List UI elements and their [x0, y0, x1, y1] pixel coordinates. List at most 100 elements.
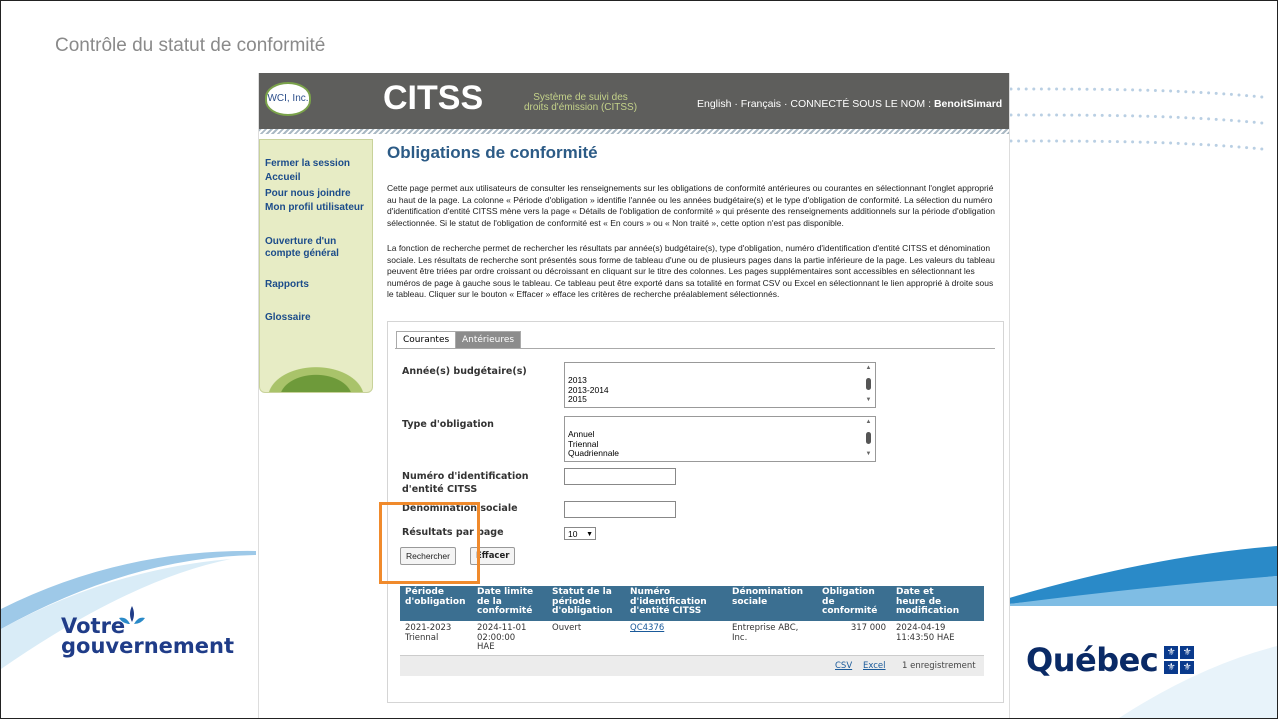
leaf-icon [119, 606, 145, 624]
decorative-dot [1108, 87, 1112, 91]
obligations-table: Période d'obligation Date limite de la conf… [400, 586, 984, 661]
sidebar-item-glossary[interactable]: Glossaire [265, 312, 311, 324]
decorative-dot [1146, 88, 1150, 92]
entity-id-input[interactable] [564, 468, 676, 485]
decorative-dot [1229, 118, 1233, 122]
lang-english-link[interactable]: English [697, 98, 731, 110]
export-excel-link[interactable]: Excel [863, 661, 886, 671]
years-option[interactable]: 2015 [568, 394, 609, 405]
decorative-dot [1085, 87, 1089, 91]
header-divider [259, 129, 1009, 134]
sidebar-decoration [260, 362, 372, 392]
decorative-dot [1070, 87, 1074, 91]
decorative-dot [1047, 139, 1051, 143]
sidebar-item-open-account[interactable]: Ouverture d'un compte général [265, 236, 369, 260]
decorative-dot [1032, 139, 1036, 143]
col-period[interactable]: Période d'obligation [400, 586, 472, 621]
col-entity-id[interactable]: Numéro d'identification d'entité CITSS [625, 586, 727, 621]
sidebar-item-reports[interactable]: Rapports [265, 279, 309, 291]
decorative-dot [1245, 120, 1249, 124]
decorative-dot [1138, 114, 1142, 118]
decorative-dot [1169, 141, 1173, 145]
col-deadline[interactable]: Date limite de la conformité [472, 586, 547, 621]
col-obligation[interactable]: Obligation de conformité [817, 586, 891, 621]
col-modified[interactable]: Date et heure de modification [891, 586, 984, 621]
decorative-dot [1260, 95, 1264, 99]
decorative-dot [1039, 87, 1043, 91]
decorative-dot [1222, 118, 1226, 122]
decorative-dot [1245, 94, 1249, 98]
decorative-dot [1123, 140, 1127, 144]
decorative-dot [1207, 143, 1211, 147]
sidebar-item-home[interactable]: Accueil [265, 172, 301, 184]
scroll-up-icon: ▲ [865, 419, 872, 425]
decorative-dot [1024, 87, 1028, 91]
decorative-dot [1024, 113, 1028, 117]
decorative-dot [1191, 116, 1195, 120]
decorative-dot [1146, 114, 1150, 118]
decorative-dot [1017, 139, 1021, 143]
decorative-dot [1184, 90, 1188, 94]
entity-id-highlight-box [379, 502, 480, 584]
decorative-dot [1176, 141, 1180, 145]
col-status[interactable]: Statut de la période d'obligation [547, 586, 625, 621]
tab-previous[interactable]: Antérieures [455, 331, 522, 349]
decorative-dot [1237, 119, 1241, 123]
citss-screenshot: WCI, Inc. CITSS Système de suivi des dro… [258, 73, 1010, 718]
decorative-dot [1100, 113, 1104, 117]
decorative-dot [1085, 113, 1089, 117]
decorative-dot [1062, 113, 1066, 117]
decorative-dot [1017, 87, 1021, 91]
decorative-dot [1237, 93, 1241, 97]
header-nav: English · Français · CONNECTÉ SOUS LE NO… [697, 98, 1003, 110]
decorative-dot [1070, 139, 1074, 143]
decorative-dot [1047, 113, 1051, 117]
scroll-down-icon: ▼ [865, 451, 872, 457]
decorative-dot [1184, 142, 1188, 146]
decorative-dot [1207, 91, 1211, 95]
decorative-dot [1039, 113, 1043, 117]
tab-current[interactable]: Courantes [396, 331, 457, 349]
sidebar-item-profile[interactable]: Mon profil utilisateur [265, 202, 364, 214]
decorative-dot [1115, 88, 1119, 92]
sidebar-item-logout[interactable]: Fermer la session [265, 158, 350, 170]
decorative-dot [1252, 146, 1256, 150]
decorative-dot [1062, 87, 1066, 91]
entity-id-link[interactable]: QC4376 [630, 623, 664, 633]
col-company-name[interactable]: Dénomination sociale [727, 586, 817, 621]
years-listbox[interactable]: 2013 2013-2014 2015 ▲ ▼ [564, 362, 876, 408]
wci-logo[interactable]: WCI, Inc. [265, 82, 311, 116]
decorative-dot [1085, 139, 1089, 143]
decorative-dot [1077, 113, 1081, 117]
decorative-dot [1032, 113, 1036, 117]
results-per-page-select[interactable]: 10 ▼ [564, 527, 596, 540]
citss-logo: CITSS [383, 79, 484, 117]
slide-title: Contrôle du statut de conformité [55, 35, 326, 56]
decorative-dot [1093, 87, 1097, 91]
decorative-dot [1055, 87, 1059, 91]
decorative-dot [1123, 114, 1127, 118]
decorative-dot [1245, 146, 1249, 150]
decorative-dot [1214, 143, 1218, 147]
type-listbox[interactable]: Annuel Triennal Quadriennale ▲ ▼ [564, 416, 876, 462]
scroll-down-icon: ▼ [865, 397, 872, 403]
decorative-dot [1062, 139, 1066, 143]
lang-french-link[interactable]: Français [741, 98, 781, 110]
decorative-dot [1108, 139, 1112, 143]
decorative-dot [1093, 113, 1097, 117]
type-option[interactable]: Quadriennale [568, 448, 619, 459]
votre-gouvernement-logo: Votre gouvernement [61, 606, 234, 657]
years-label: Année(s) budgétaire(s) [402, 366, 527, 377]
decorative-dot [1207, 117, 1211, 121]
years-scrollbar[interactable]: ▲ ▼ [864, 365, 873, 403]
company-name-input[interactable] [564, 501, 676, 518]
decorative-dot [1252, 94, 1256, 98]
scroll-up-icon: ▲ [865, 365, 872, 371]
export-csv-link[interactable]: CSV [835, 661, 852, 671]
decorative-dot [1176, 89, 1180, 93]
record-count: 1 enregistrement [902, 661, 976, 671]
decorative-dot [1131, 140, 1135, 144]
sidebar-item-contact[interactable]: Pour nous joindre [265, 188, 351, 200]
decorative-dot [1055, 139, 1059, 143]
type-scrollbar[interactable]: ▲ ▼ [864, 419, 873, 457]
